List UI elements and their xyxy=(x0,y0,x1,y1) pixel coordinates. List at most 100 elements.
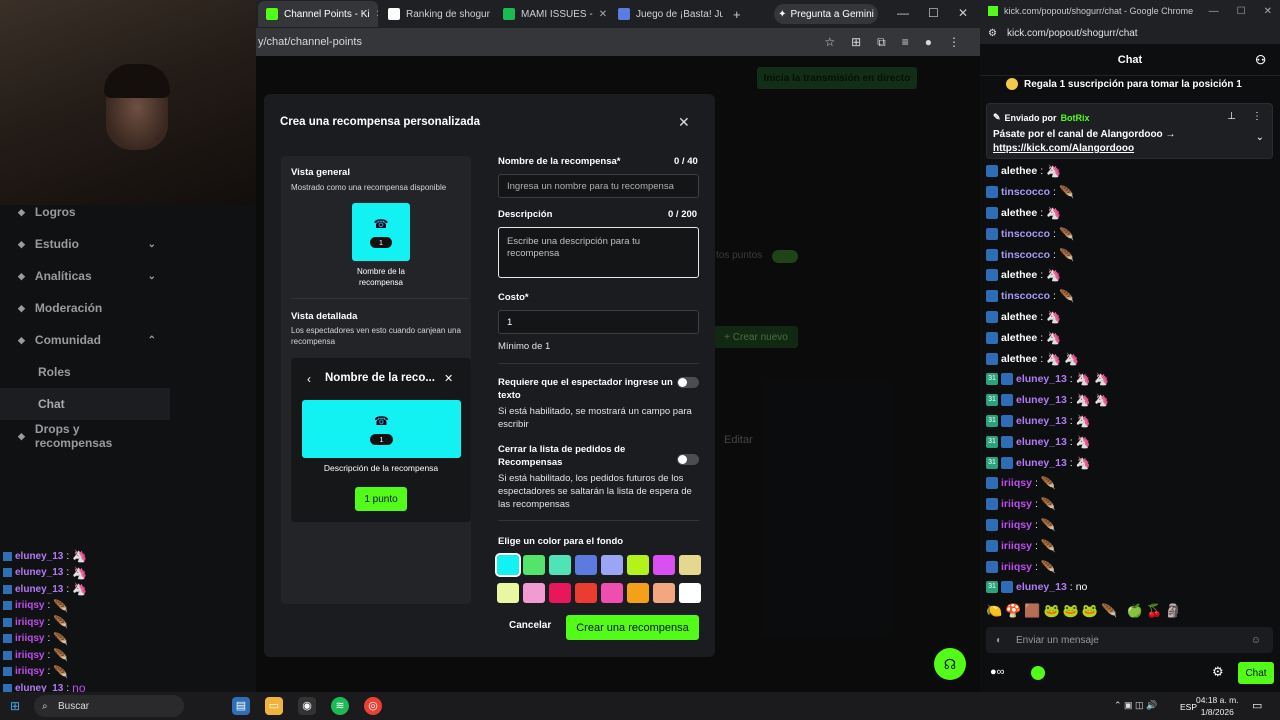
pinned-user[interactable]: BotRix xyxy=(1061,113,1090,123)
color-swatch[interactable] xyxy=(495,553,521,577)
browser-tab[interactable]: Ranking de shogur✕ xyxy=(380,1,493,27)
puzzle-icon[interactable]: ⧉ xyxy=(877,35,886,50)
chat-username[interactable]: eluney_13 xyxy=(15,551,63,562)
sidebar-chevron-icon[interactable]: ⌄ xyxy=(148,239,156,250)
chat-username[interactable]: iriiqsy xyxy=(1001,561,1032,573)
reward-description-input[interactable]: Escribe una descripción para tu recompen… xyxy=(498,227,699,278)
users-icon[interactable]: ⚇ xyxy=(1255,53,1266,67)
chat-username[interactable]: tinscocco xyxy=(1001,228,1050,240)
color-swatch[interactable] xyxy=(497,583,519,603)
chat-username[interactable]: eluney_13 xyxy=(1016,415,1067,427)
address-bar[interactable]: y/chat/channel-points ☆ ⊞ ⧉ ≡ ● ⋮ xyxy=(256,28,980,56)
sidebar-item-comunidad[interactable]: ◆ Comunidad ⌃ xyxy=(0,324,170,356)
back-chevron-icon[interactable]: ‹ xyxy=(307,372,311,386)
windows-start-icon[interactable]: ⊞ xyxy=(10,699,20,713)
sidebar-chevron-icon[interactable]: ⌃ xyxy=(148,335,156,346)
obs-icon[interactable]: ◉ xyxy=(298,697,316,715)
color-swatch[interactable] xyxy=(679,583,701,603)
color-swatch[interactable] xyxy=(523,583,545,603)
sidebar-chevron-icon[interactable]: ⌄ xyxy=(148,271,156,282)
chat-username[interactable]: iriiqsy xyxy=(15,633,44,644)
close-window-button[interactable]: ✕ xyxy=(958,6,968,20)
sidebar-item-drops[interactable]: ◆ Drops y recompensas xyxy=(0,420,170,452)
chat-username[interactable]: alethee xyxy=(1001,353,1037,365)
close-window-button[interactable]: ✕ xyxy=(1264,6,1272,17)
chat-username[interactable]: eluney_13 xyxy=(1016,457,1067,469)
color-swatch[interactable] xyxy=(653,583,675,603)
sidebar-item-analíticas[interactable]: ◆ Analíticas ⌄ xyxy=(0,260,170,292)
chat-username[interactable]: alethee xyxy=(1001,311,1037,323)
kick-points-icon[interactable] xyxy=(1031,666,1045,680)
color-swatch[interactable] xyxy=(627,555,649,575)
sidebar-item-roles[interactable]: Roles xyxy=(0,356,170,388)
modal-close-icon[interactable]: ✕ xyxy=(678,114,690,131)
send-chat-button[interactable]: Chat xyxy=(1238,662,1274,684)
chat-username[interactable]: alethee xyxy=(1001,165,1037,177)
close-queue-toggle[interactable] xyxy=(677,454,699,465)
browser-tab[interactable]: Channel Points - Ki ✕ xyxy=(258,1,378,27)
color-swatch[interactable] xyxy=(601,583,623,603)
bookmark-star-icon[interactable]: ☆ xyxy=(824,35,835,50)
color-swatch[interactable] xyxy=(653,555,675,575)
chat-username[interactable]: iriiqsy xyxy=(1001,477,1032,489)
gift-banner[interactable]: Regala 1 suscripción para tomar la posic… xyxy=(990,78,1270,90)
chat-username[interactable]: eluney_13 xyxy=(15,567,63,578)
send-icon[interactable]: ☺ xyxy=(1251,635,1261,646)
settings-gear-icon[interactable]: ⚙ xyxy=(1212,664,1224,680)
color-swatch[interactable] xyxy=(575,555,597,575)
detail-close-icon[interactable]: ✕ xyxy=(444,372,453,385)
emoji-picker-icon[interactable]: ◐ xyxy=(996,635,1002,646)
redeem-points-button[interactable]: 1 punto xyxy=(355,487,407,511)
chat-username[interactable]: eluney_13 xyxy=(1016,436,1067,448)
chat-username[interactable]: iriiqsy xyxy=(15,600,44,611)
media-icon[interactable]: ≡ xyxy=(902,35,909,50)
tab-close-icon[interactable]: ✕ xyxy=(599,9,607,20)
site-info-icon[interactable]: ⚙ xyxy=(988,28,997,39)
tray-icons[interactable]: ⌃ ▣ ◫ 🔊 xyxy=(1114,700,1157,711)
task-view-icon[interactable]: ▤ xyxy=(232,697,250,715)
chat-username[interactable]: iriiqsy xyxy=(15,666,44,677)
maximize-button[interactable]: ☐ xyxy=(928,6,939,20)
spotify-icon[interactable]: ≋ xyxy=(331,697,349,715)
reward-name-input[interactable]: Ingresa un nombre para tu recompensa xyxy=(498,174,699,198)
maximize-button[interactable]: ☐ xyxy=(1237,6,1246,17)
pinned-menu-icon[interactable]: ⋮ xyxy=(1252,111,1262,122)
cost-input[interactable]: 1 xyxy=(498,310,699,334)
profile-icon[interactable]: ● xyxy=(925,35,932,50)
expand-chevron-icon[interactable]: ⌄ xyxy=(1256,132,1264,143)
pinned-link[interactable]: https://kick.com/Alangordooo xyxy=(993,143,1134,154)
points-icon[interactable]: ●∞ xyxy=(990,666,1005,678)
chat-username[interactable]: iriiqsy xyxy=(15,650,44,661)
chat-username[interactable]: tinscocco xyxy=(1001,249,1050,261)
notification-icon[interactable]: ▭ xyxy=(1252,699,1262,712)
chat-username[interactable]: eluney_13 xyxy=(1016,581,1067,593)
chat-username[interactable]: iriiqsy xyxy=(15,617,44,628)
chat-username[interactable]: iriiqsy xyxy=(1001,519,1032,531)
extensions-icon[interactable]: ⊞ xyxy=(851,35,861,50)
new-tab-button[interactable]: + xyxy=(733,7,741,22)
tab-close-icon[interactable]: ✕ xyxy=(376,9,378,20)
cancel-button[interactable]: Cancelar xyxy=(509,620,551,631)
file-explorer-icon[interactable]: ▭ xyxy=(265,697,283,715)
color-swatch[interactable] xyxy=(627,583,649,603)
unpin-icon[interactable]: ⊥ xyxy=(1227,111,1236,122)
chat-username[interactable]: alethee xyxy=(1001,332,1037,344)
chat-username[interactable]: alethee xyxy=(1001,207,1037,219)
menu-icon[interactable]: ⋮ xyxy=(948,35,960,50)
chat-username[interactable]: eluney_13 xyxy=(1016,373,1067,385)
chat-username[interactable]: iriiqsy xyxy=(1001,540,1032,552)
clock[interactable]: 04:18 a. m. 1/8/2026 xyxy=(1196,694,1239,718)
right-address-bar[interactable]: ⚙ kick.com/popout/shogurr/chat xyxy=(980,22,1280,44)
minimize-button[interactable]: — xyxy=(1209,6,1219,17)
sidebar-item-chat[interactable]: Chat xyxy=(0,388,170,420)
color-swatch[interactable] xyxy=(601,555,623,575)
chat-username[interactable]: alethee xyxy=(1001,269,1037,281)
gemini-button[interactable]: ✦ Pregunta a Gemini xyxy=(774,4,878,24)
chat-username[interactable]: eluney_13 xyxy=(15,584,63,595)
require-text-toggle[interactable] xyxy=(677,377,699,388)
emote-bar[interactable]: 🍋🍄🟫🐸🐸🐸🪶 🍏🍒🗿 xyxy=(986,603,1276,623)
browser-tab[interactable]: MAMI ISSUES - ✕ xyxy=(495,1,608,27)
sidebar-item-moderación[interactable]: ◆ Moderación xyxy=(0,292,170,324)
language-indicator[interactable]: ESP xyxy=(1180,702,1197,712)
color-swatch[interactable] xyxy=(679,555,701,575)
